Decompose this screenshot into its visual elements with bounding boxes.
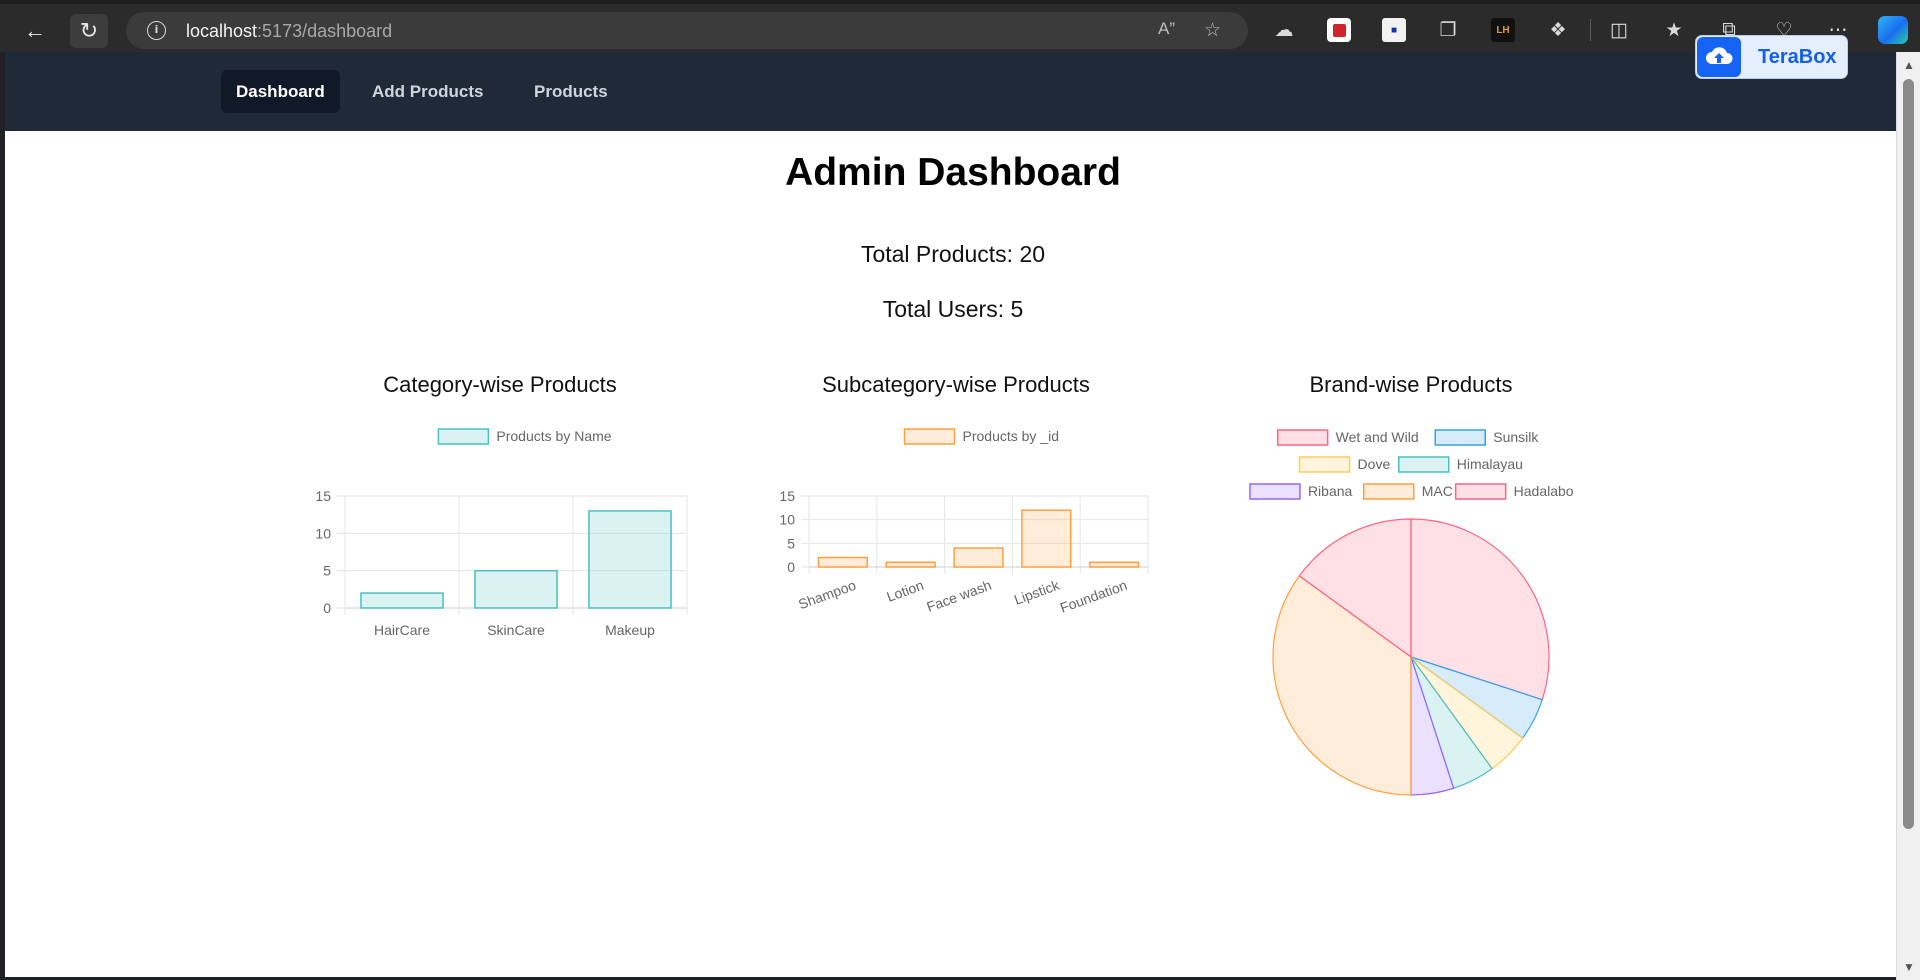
page-scrollbar[interactable]: ▲ ▼ [1896,52,1920,980]
x-tick-label: Foundation [1058,577,1129,616]
legend-swatch [1398,456,1450,473]
address-bar[interactable]: i localhost:5173/dashboard A” ☆ [126,12,1248,49]
document-extension-icon[interactable]: ❐ [1436,18,1460,42]
category-bar-chart: Products by Name 0 5 10 15 HairCare SkinCare Ma… [315,428,688,638]
brand-chart-title: Brand-wise Products [1309,372,1513,397]
legend-label: Dove [1358,456,1391,472]
y-tick-label: 15 [315,488,331,504]
total-users-stat: Total Users: 5 [882,296,1024,322]
bar-makeup [588,510,672,609]
url-text[interactable]: localhost:5173/dashboard [186,21,392,42]
cloud-extension-icon[interactable]: ☁ [1272,18,1296,42]
x-tick-label: Makeup [605,622,655,638]
y-tick-label: 0 [323,600,331,616]
legend-label: Ribana [1308,483,1353,499]
x-tick-label: HairCare [374,622,430,638]
y-tick-label: 10 [315,525,331,541]
legend-swatch [1454,483,1507,500]
bar-shampoo [817,556,869,568]
category-chart-card: Category-wise Products Products by Name 0… [290,372,710,932]
copilot-icon[interactable] [1878,16,1908,44]
scroll-up-arrow-icon[interactable]: ▲ [1897,58,1920,72]
url-path: :5173/dashboard [257,21,393,41]
page-title: Admin Dashboard [785,151,1121,194]
browser-toolbar: ← ↻ i localhost:5173/dashboard A” ☆ ☁ ■ … [0,0,1920,52]
scroll-thumb[interactable] [1903,79,1914,829]
x-tick-label: SkinCare [487,622,545,638]
bar-foundation [1088,561,1140,568]
legend-swatch [903,428,956,445]
nav-dashboard-link[interactable]: Dashboard [221,70,340,113]
legend-label: Products by _id [963,428,1060,444]
legend-swatch [1434,429,1486,446]
category-chart-title: Category-wise Products [383,372,617,397]
total-products-stat: Total Products: 20 [860,241,1046,267]
info-icon[interactable]: i [147,21,166,40]
x-tick-label: Face wash [924,577,993,615]
nav-products-link[interactable]: Products [519,70,623,113]
terabox-badge[interactable]: TeraBox [1695,35,1848,79]
lh-extension-icon[interactable]: LH [1491,18,1515,42]
read-aloud-icon[interactable]: A” [1158,19,1175,39]
bar-lotion [885,561,936,568]
page-viewport: Dashboard Add Products Products Admin Da… [5,52,1901,977]
cloud-upload-icon [1697,37,1741,77]
legend-swatch [437,428,490,445]
bar-face-wash [953,547,1004,568]
back-arrow-icon[interactable]: ← [16,14,54,48]
favorites-icon[interactable]: ★ [1662,18,1686,42]
reload-icon[interactable]: ↻ [70,14,108,48]
subcategory-chart-title: Subcategory-wise Products [822,372,1090,397]
url-host: localhost [186,21,258,41]
legend-swatch [1249,483,1301,500]
bar-lipstick [1021,509,1072,568]
brand-chart-card: Brand-wise Products Wet and Wild Sunsilk D… [1201,372,1621,932]
scroll-down-arrow-icon[interactable]: ▼ [1897,960,1920,974]
puzzle-extensions-icon[interactable]: ❖ [1546,18,1570,42]
legend-label: Himalayau [1457,456,1523,472]
y-tick-label: 5 [787,535,795,551]
y-tick-label: 0 [787,559,795,575]
terabox-label: TeraBox [1758,46,1837,68]
legend-swatch [1298,456,1351,473]
legend-swatch [1363,483,1415,500]
favorite-star-icon[interactable]: ☆ [1204,19,1221,42]
x-tick-label: Lotion [884,577,925,605]
y-tick-label: 15 [779,488,795,504]
bar-haircare [360,592,444,609]
brand-pie-chart: Wet and Wild Sunsilk Dove Himalayau Ribana MA… [1249,429,1574,796]
flag-extension-icon[interactable]: ■ [1382,18,1406,42]
x-tick-label: Shampoo [796,577,858,613]
subcategory-chart-card: Subcategory-wise Products Products by _i… [746,372,1166,932]
red-extension-icon[interactable] [1327,18,1351,42]
legend-label: MAC [1422,483,1453,499]
subcategory-bar-chart: Products by _id 0 5 10 15 Shampoo LotionFace w… [779,428,1149,616]
legend-swatch [1276,429,1329,446]
top-navbar: Dashboard Add Products Products [5,52,1901,131]
x-tick-label: Lipstick [1012,576,1062,607]
legend-label: Hadalabo [1514,483,1574,499]
legend-label: Products by Name [496,428,611,444]
y-tick-label: 5 [323,563,331,579]
bar-skincare [474,569,558,609]
nav-add-products-link[interactable]: Add Products [357,70,498,113]
y-tick-label: 10 [779,512,795,528]
legend-label: Wet and Wild [1336,429,1419,445]
toolbar-divider [1590,19,1591,41]
split-screen-icon[interactable]: ◫ [1607,18,1631,42]
legend-label: Sunsilk [1493,429,1539,445]
